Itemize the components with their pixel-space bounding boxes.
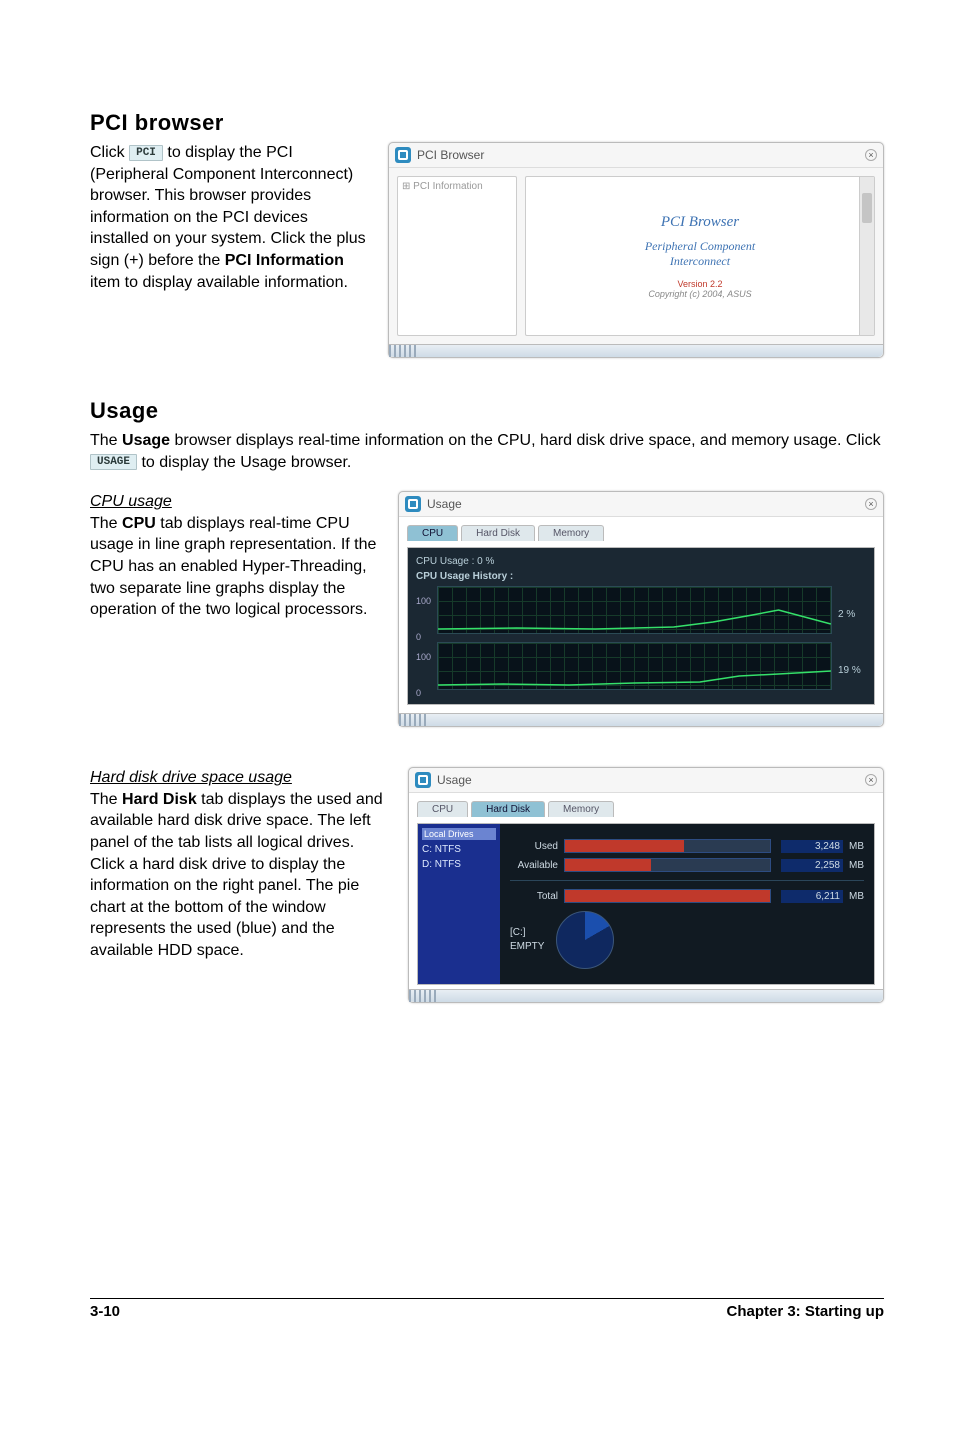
cpu-pct-1: 2 % [838, 609, 866, 620]
cpu-scale-1: 100 0 [416, 596, 431, 642]
used-unit: MB [849, 841, 864, 852]
pci-paragraph: Click PCI to display the PCI (Peripheral… [90, 142, 370, 293]
app-logo-icon [405, 496, 421, 512]
pci-chip: PCI [129, 145, 163, 161]
tabstrip: CPU Hard Disk Memory [407, 525, 875, 541]
hdd-bold: Hard Disk [122, 791, 197, 808]
pci-para-end: item to display available information. [90, 274, 348, 291]
cpu-subheading: CPU usage [90, 491, 380, 513]
hdd-screenshot: Usage × CPU Hard Disk Memory Local Drive… [408, 767, 884, 1003]
scale-lo: 0 [416, 688, 431, 698]
pci-para-post: to display the PCI (Peripheral Component… [90, 144, 366, 269]
pci-info-panel: PCI Browser Peripheral Component Interco… [525, 176, 875, 336]
used-label: Used [510, 841, 558, 852]
cpu-bold: CPU [122, 515, 156, 532]
close-icon[interactable]: × [865, 149, 877, 161]
page-footer: 3-10 Chapter 3: Starting up [90, 1298, 884, 1320]
app-logo-icon [395, 147, 411, 163]
scrollbar[interactable] [859, 177, 874, 335]
tab-memory[interactable]: Memory [548, 801, 614, 817]
pci-titlebar: PCI Browser × [389, 143, 883, 168]
cpu-usage-value: CPU Usage : 0 % [416, 556, 866, 567]
cpu-para-pre: The [90, 515, 122, 532]
hdd-window-title: Usage [437, 773, 472, 787]
pci-screenshot: PCI Browser × ⊞ PCI Information PCI Brow… [388, 142, 884, 358]
pie-legend: [C:] EMPTY [510, 926, 544, 954]
tab-harddisk[interactable]: Hard Disk [471, 801, 545, 817]
usage-chip: USAGE [90, 454, 137, 470]
cpu-graph-2 [437, 642, 832, 690]
avail-bar [564, 858, 771, 872]
cpu-window-title: Usage [427, 497, 462, 511]
cpu-history-label: CPU Usage History : [416, 571, 866, 582]
tab-cpu[interactable]: CPU [407, 525, 458, 541]
cpu-scale-2: 100 0 [416, 652, 431, 698]
tabstrip: CPU Hard Disk Memory [417, 801, 875, 817]
pci-panel-line2a: Peripheral Component [645, 239, 755, 254]
hdd-titlebar: Usage × [409, 768, 883, 793]
resize-grip-icon[interactable] [389, 345, 417, 357]
used-bar [564, 839, 771, 853]
avail-unit: MB [849, 860, 864, 871]
pci-heading: PCI browser [90, 110, 884, 136]
pci-tree[interactable]: ⊞ PCI Information [397, 176, 517, 336]
usage-intro-mid: browser displays real-time information o… [170, 432, 881, 449]
drive-c[interactable]: C: NTFS [422, 842, 496, 857]
avail-label: Available [510, 860, 558, 871]
total-value: 6,211 [781, 890, 843, 903]
pci-panel-title: PCI Browser [661, 214, 739, 231]
scale-hi: 100 [416, 652, 431, 662]
pci-panel-line2b: Interconnect [670, 254, 730, 269]
hdd-subheading: Hard disk drive space usage [90, 767, 390, 789]
cpu-paragraph: The CPU tab displays real-time CPU usage… [90, 513, 380, 621]
drive-list: Local Drives C: NTFS D: NTFS [418, 824, 500, 984]
hdd-paragraph: The Hard Disk tab displays the used and … [90, 789, 390, 962]
pci-panel-version: Version 2.2 [677, 279, 722, 289]
chapter-title: Chapter 3: Starting up [726, 1303, 884, 1320]
tab-harddisk[interactable]: Hard Disk [461, 525, 535, 541]
pie-legend-c: [C:] [510, 926, 544, 940]
app-logo-icon [415, 772, 431, 788]
drive-list-header: Local Drives [422, 828, 496, 840]
pci-window-title: PCI Browser [417, 148, 484, 162]
pci-bold: PCI Information [225, 252, 344, 269]
resize-grip-icon[interactable] [409, 990, 437, 1002]
usage-intro: The Usage browser displays real-time inf… [90, 430, 884, 473]
used-value: 3,248 [781, 840, 843, 853]
scale-lo: 0 [416, 632, 431, 642]
usage-intro-b1: Usage [122, 432, 170, 449]
resize-grip-icon[interactable] [399, 714, 427, 726]
close-icon[interactable]: × [865, 498, 877, 510]
avail-value: 2,258 [781, 859, 843, 872]
usage-heading: Usage [90, 398, 884, 424]
cpu-pct-2: 19 % [838, 665, 866, 676]
pie-chart-icon [556, 911, 614, 969]
page-number: 3-10 [90, 1303, 120, 1320]
cpu-titlebar: Usage × [399, 492, 883, 517]
total-bar [564, 889, 771, 903]
pci-para-pre: Click [90, 144, 129, 161]
pci-panel-copyright: Copyright (c) 2004, ASUS [648, 289, 751, 299]
close-icon[interactable]: × [865, 774, 877, 786]
total-unit: MB [849, 891, 864, 902]
hdd-para-pre: The [90, 791, 122, 808]
cpu-graph-1 [437, 586, 832, 634]
hdd-para-post: tab displays the used and available hard… [90, 791, 383, 959]
tab-cpu[interactable]: CPU [417, 801, 468, 817]
pie-legend-empty: EMPTY [510, 940, 544, 954]
tab-memory[interactable]: Memory [538, 525, 604, 541]
usage-intro-post: to display the Usage browser. [137, 454, 351, 471]
usage-intro-pre: The [90, 432, 122, 449]
cpu-screenshot: Usage × CPU Hard Disk Memory CPU Usage :… [398, 491, 884, 727]
drive-d[interactable]: D: NTFS [422, 857, 496, 872]
total-label: Total [510, 891, 558, 902]
drive-info-panel: Used MB 3,248 MB Available 2,258 MB [500, 824, 874, 984]
scale-hi: 100 [416, 596, 431, 606]
